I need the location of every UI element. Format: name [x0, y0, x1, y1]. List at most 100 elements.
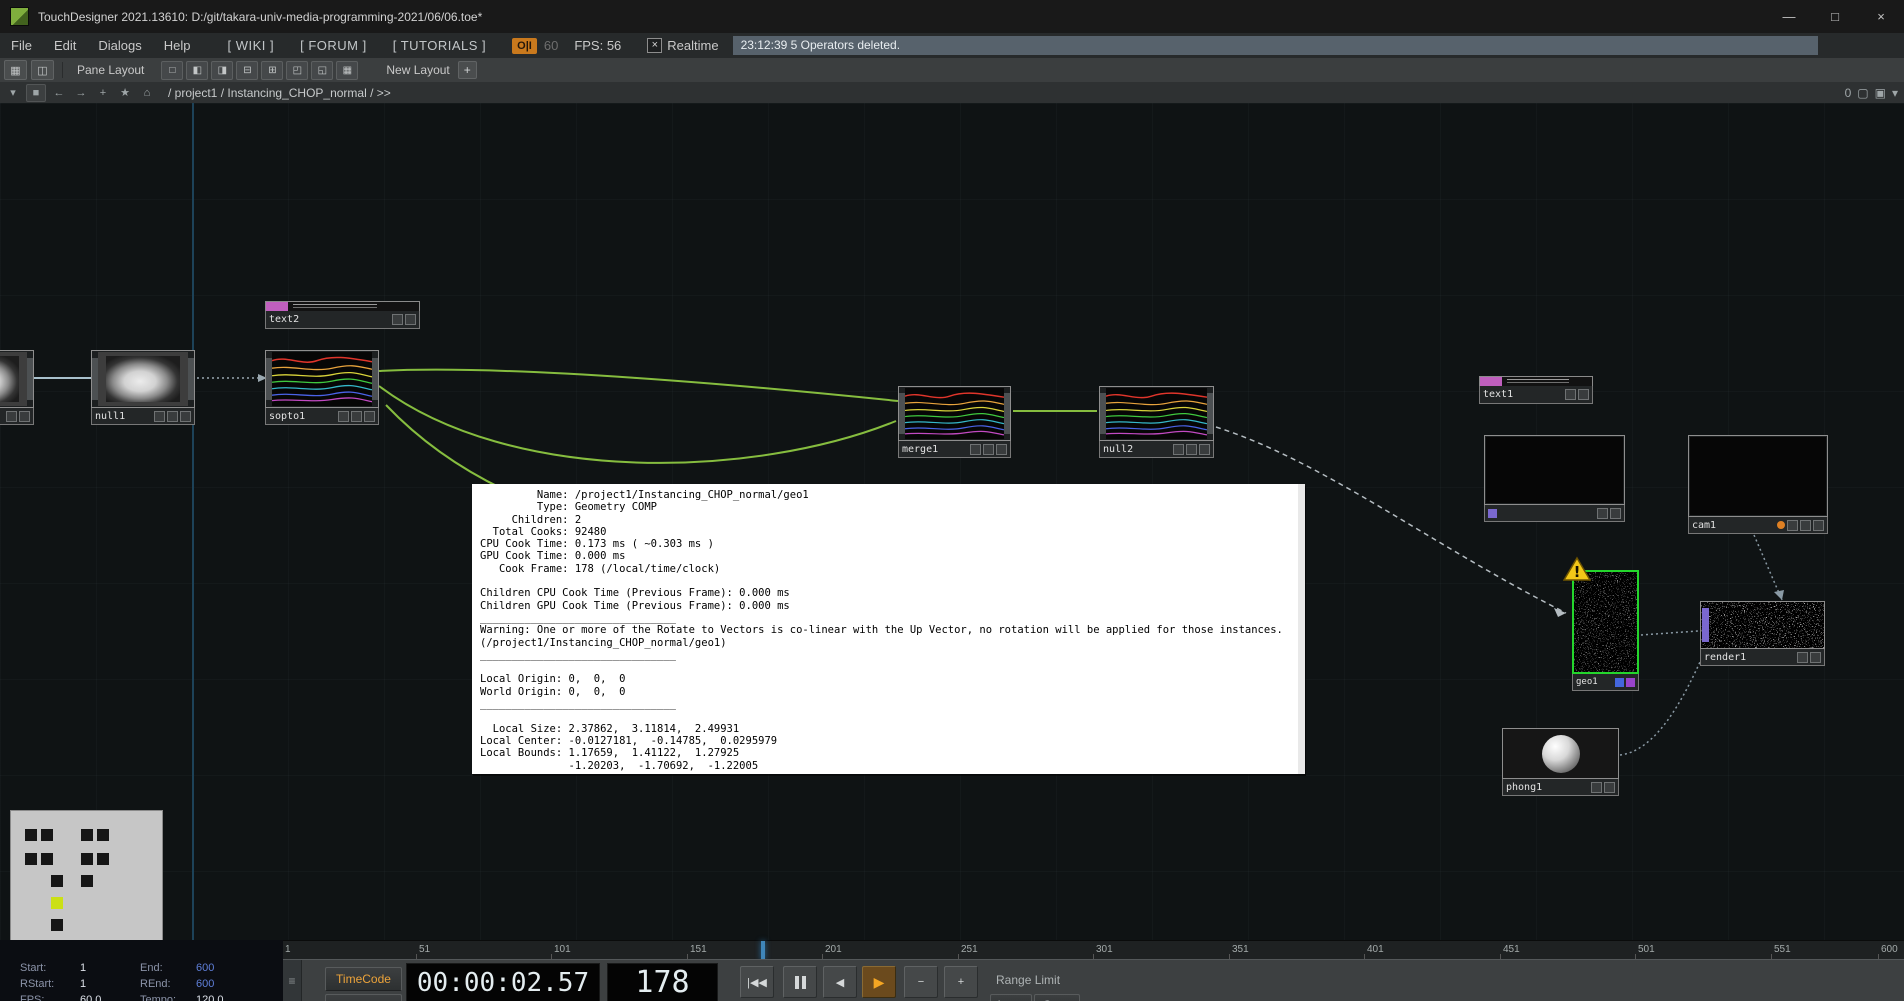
- io-toggle[interactable]: O|I: [512, 38, 537, 54]
- node-null2[interactable]: null2: [1099, 386, 1214, 458]
- panel-toggle[interactable]: [97, 829, 109, 841]
- node-merge1[interactable]: merge1: [898, 386, 1011, 458]
- panel-toggle[interactable]: [41, 829, 53, 841]
- node-sopto1[interactable]: sopto1: [265, 350, 379, 425]
- flag-chip-purple[interactable]: [1626, 678, 1635, 687]
- pause-button[interactable]: [783, 966, 817, 998]
- output-connector[interactable]: [1207, 393, 1213, 433]
- start-value[interactable]: 1: [80, 962, 86, 974]
- pane-preset-1-icon[interactable]: □: [161, 61, 183, 80]
- timecode-display[interactable]: 00:00:02.57: [406, 963, 600, 1001]
- node-geo1[interactable]: ! geo1: [1572, 570, 1639, 691]
- network-editor[interactable]: null1 text2: [0, 103, 1904, 940]
- panel-toggle[interactable]: [41, 853, 53, 865]
- ui-panel-widget[interactable]: [10, 810, 163, 940]
- end-value[interactable]: 600: [196, 962, 214, 974]
- input-connector[interactable]: [1702, 608, 1709, 643]
- play-button[interactable]: ▶: [862, 966, 896, 998]
- panel-toggle[interactable]: [81, 853, 93, 865]
- forward-icon[interactable]: →: [72, 85, 90, 101]
- menu-dialogs[interactable]: Dialogs: [87, 38, 152, 53]
- rstart-value[interactable]: 1: [80, 978, 86, 990]
- jump-to-start-button[interactable]: |◀◀: [740, 966, 774, 998]
- menu-file[interactable]: File: [0, 38, 43, 53]
- beats-mode-button[interactable]: Beats: [325, 994, 402, 1001]
- frame-display[interactable]: 178: [607, 963, 718, 1001]
- tempo-value[interactable]: 120.0: [196, 994, 224, 1001]
- panel-toggle[interactable]: [81, 875, 93, 887]
- chevron-down-icon[interactable]: ▾: [1892, 86, 1898, 100]
- menu-help[interactable]: Help: [153, 38, 202, 53]
- node-flags[interactable]: [1173, 444, 1210, 455]
- close-button[interactable]: ×: [1858, 0, 1904, 33]
- node-flags[interactable]: [6, 411, 30, 422]
- node-flags[interactable]: [1615, 678, 1635, 687]
- playhead[interactable]: [761, 941, 765, 960]
- panel-toggle[interactable]: [51, 875, 63, 887]
- pane-preset-6-icon[interactable]: ◰: [286, 61, 308, 80]
- flag-chip-blue[interactable]: [1615, 678, 1624, 687]
- speed-minus-button[interactable]: −: [904, 966, 938, 998]
- output-connector[interactable]: [27, 358, 33, 401]
- panel-toggle[interactable]: [97, 853, 109, 865]
- add-layout-button[interactable]: +: [458, 61, 477, 79]
- rend-value[interactable]: 600: [196, 978, 214, 990]
- pane-preset-7-icon[interactable]: ◱: [311, 61, 333, 80]
- pane-preset-2-icon[interactable]: ◧: [186, 61, 208, 80]
- drag-grip[interactable]: ≡: [283, 960, 302, 1001]
- realtime-toggle[interactable]: × Realtime: [647, 38, 718, 53]
- wire-sopto1-merge1-b[interactable]: [379, 386, 896, 463]
- node-flags[interactable]: [1797, 652, 1821, 663]
- tutorials-link[interactable]: [ TUTORIALS ]: [393, 38, 486, 53]
- output-connector[interactable]: [188, 358, 194, 401]
- layout-grid-icon[interactable]: ▦: [4, 60, 27, 80]
- fps-cap-field[interactable]: 60: [544, 38, 558, 53]
- window-split-icon[interactable]: ▢: [1857, 86, 1868, 100]
- output-connector[interactable]: [1004, 393, 1010, 433]
- pane-preset-4-icon[interactable]: ⊟: [236, 61, 258, 80]
- back-icon[interactable]: ←: [50, 85, 68, 101]
- node-render1[interactable]: render1: [1700, 601, 1825, 666]
- menu-edit[interactable]: Edit: [43, 38, 87, 53]
- bookmark-star-icon[interactable]: ★: [116, 85, 134, 101]
- output-connector[interactable]: [372, 358, 378, 401]
- node-flags[interactable]: [392, 314, 416, 325]
- chevron-down-icon[interactable]: ▾: [4, 85, 22, 101]
- node-text2[interactable]: text2: [265, 301, 420, 329]
- add-icon[interactable]: +: [94, 85, 112, 101]
- realtime-checkbox[interactable]: ×: [647, 38, 662, 53]
- once-button[interactable]: Once: [1034, 994, 1080, 1001]
- pane-preset-8-icon[interactable]: ▦: [336, 61, 358, 80]
- fps-value[interactable]: 60.0: [80, 994, 101, 1001]
- stop-icon[interactable]: ■: [26, 84, 46, 102]
- panel-toggle[interactable]: [51, 919, 63, 931]
- node-flags[interactable]: [970, 444, 1007, 455]
- panel-toggle[interactable]: [81, 829, 93, 841]
- node-flags[interactable]: [338, 411, 375, 422]
- panel-toggle[interactable]: [25, 853, 37, 865]
- warning-icon[interactable]: !: [1563, 556, 1591, 582]
- node-flags[interactable]: [1597, 508, 1621, 519]
- panel-toggle[interactable]: [25, 829, 37, 841]
- node-null1[interactable]: null1: [91, 350, 195, 425]
- node-flags[interactable]: [1777, 520, 1824, 531]
- node-phong1[interactable]: phong1: [1502, 728, 1619, 796]
- window-float-icon[interactable]: ▣: [1875, 86, 1886, 100]
- link-geo1-render1[interactable]: [1641, 631, 1698, 635]
- node-partial[interactable]: [0, 350, 34, 425]
- loop-button[interactable]: Loop: [990, 994, 1032, 1001]
- speed-plus-button[interactable]: +: [944, 966, 978, 998]
- panel-toggle-active[interactable]: [51, 897, 63, 909]
- breadcrumb[interactable]: / project1 / Instancing_CHOP_normal / >>: [168, 86, 391, 100]
- node-flags[interactable]: [1565, 389, 1589, 400]
- home-icon[interactable]: ⌂: [138, 85, 156, 101]
- wire-sopto1-merge1-a[interactable]: [379, 370, 898, 401]
- link-cam1-render1[interactable]: [1754, 535, 1782, 600]
- minimize-button[interactable]: —: [1766, 0, 1812, 33]
- wiki-link[interactable]: [ WIKI ]: [227, 38, 274, 53]
- forum-link[interactable]: [ FORUM ]: [300, 38, 367, 53]
- layout-save-icon[interactable]: ◫: [31, 60, 54, 80]
- node-cam1[interactable]: cam1: [1688, 435, 1828, 534]
- maximize-button[interactable]: □: [1812, 0, 1858, 33]
- node-flags[interactable]: [1591, 782, 1615, 793]
